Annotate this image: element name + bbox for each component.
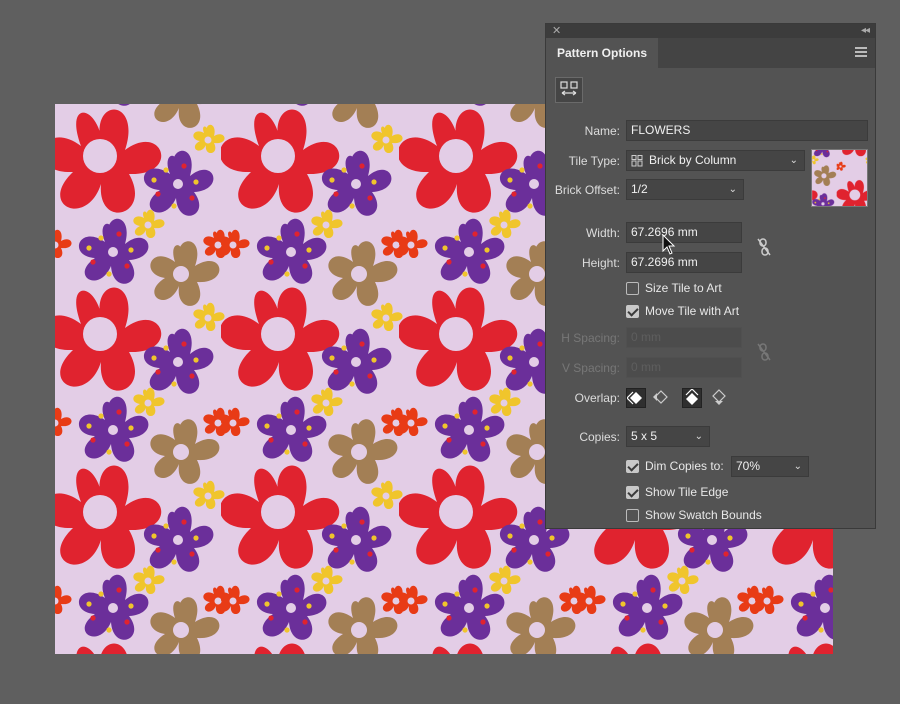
move-tile-with-art-label: Move Tile with Art [645, 304, 740, 318]
overlap-left-button[interactable] [626, 388, 646, 408]
chevron-down-icon: ⌄ [793, 461, 802, 472]
tile-edit-tool-button[interactable] [555, 77, 583, 103]
height-label: Height: [581, 256, 620, 270]
collapse-icon[interactable]: ◂◂ [861, 24, 870, 38]
swatch-preview-art [812, 150, 867, 206]
width-field[interactable]: 67.2696 mm [626, 222, 742, 243]
size-tile-to-art-checkbox[interactable] [626, 282, 639, 295]
brick-offset-dropdown[interactable]: 1/2 ⌄ [626, 179, 744, 200]
close-icon[interactable]: ✕ [552, 24, 561, 38]
show-tile-edge-checkbox[interactable] [626, 486, 639, 499]
height-field[interactable]: 67.2696 mm [626, 252, 742, 273]
cursor-icon [662, 234, 676, 255]
overlap-left-icon [626, 391, 642, 405]
dim-copies-label: Dim Copies to: [645, 459, 724, 473]
overlap-bottom-icon [712, 389, 726, 405]
chevron-down-icon: ⌄ [728, 184, 737, 195]
overlap-bottom-button[interactable] [710, 388, 730, 408]
brick-offset-label: Brick Offset: [554, 183, 620, 197]
overlap-label: Overlap: [574, 391, 620, 405]
dim-copies-dropdown[interactable]: 70% ⌄ [731, 456, 809, 477]
v-spacing-field: 0 mm [626, 357, 742, 378]
size-tile-to-art-label: Size Tile to Art [645, 281, 722, 295]
swatch-preview [811, 149, 868, 207]
overlap-right-button[interactable] [652, 388, 672, 408]
panel-menu-icon[interactable] [855, 47, 867, 59]
link-proportions-icon[interactable] [756, 237, 772, 257]
copies-label: Copies: [579, 430, 620, 444]
h-spacing-label: H Spacing: [561, 331, 620, 345]
pattern-options-panel: ✕ ◂◂ Pattern Options Name: FLOWERS Tile … [546, 24, 875, 528]
name-field[interactable]: FLOWERS [626, 120, 868, 141]
copies-dropdown[interactable]: 5 x 5 ⌄ [626, 426, 710, 447]
tile-type-icon [631, 155, 643, 167]
chevron-down-icon: ⌄ [694, 431, 703, 442]
overlap-top-button[interactable] [682, 388, 702, 408]
chevron-down-icon: ⌄ [789, 155, 798, 166]
move-tile-with-art-checkbox[interactable] [626, 305, 639, 318]
v-spacing-label: V Spacing: [561, 361, 620, 375]
show-swatch-bounds-label: Show Swatch Bounds [645, 508, 762, 522]
tile-type-label: Tile Type: [568, 154, 620, 168]
overlap-right-icon [653, 390, 668, 404]
tile-type-value: Brick by Column [649, 153, 737, 167]
tab-pattern-options[interactable]: Pattern Options [546, 38, 659, 68]
panel-topbar: ✕ ◂◂ [546, 24, 875, 38]
h-spacing-field: 0 mm [626, 327, 742, 348]
width-label: Width: [585, 226, 620, 240]
show-swatch-bounds-checkbox[interactable] [626, 509, 639, 522]
show-tile-edge-label: Show Tile Edge [645, 485, 729, 499]
overlap-top-icon [685, 388, 699, 405]
panel-tab-row: Pattern Options [546, 38, 875, 68]
tile-edit-tool-icon [560, 81, 578, 96]
copies-value: 5 x 5 [631, 429, 658, 443]
tile-type-dropdown[interactable]: Brick by Column ⌄ [626, 150, 805, 171]
dim-copies-value: 70% [736, 459, 761, 473]
link-spacing-icon [757, 343, 771, 361]
brick-offset-value: 1/2 [631, 182, 648, 196]
dim-copies-checkbox[interactable] [626, 460, 639, 473]
name-label: Name: [584, 124, 620, 138]
